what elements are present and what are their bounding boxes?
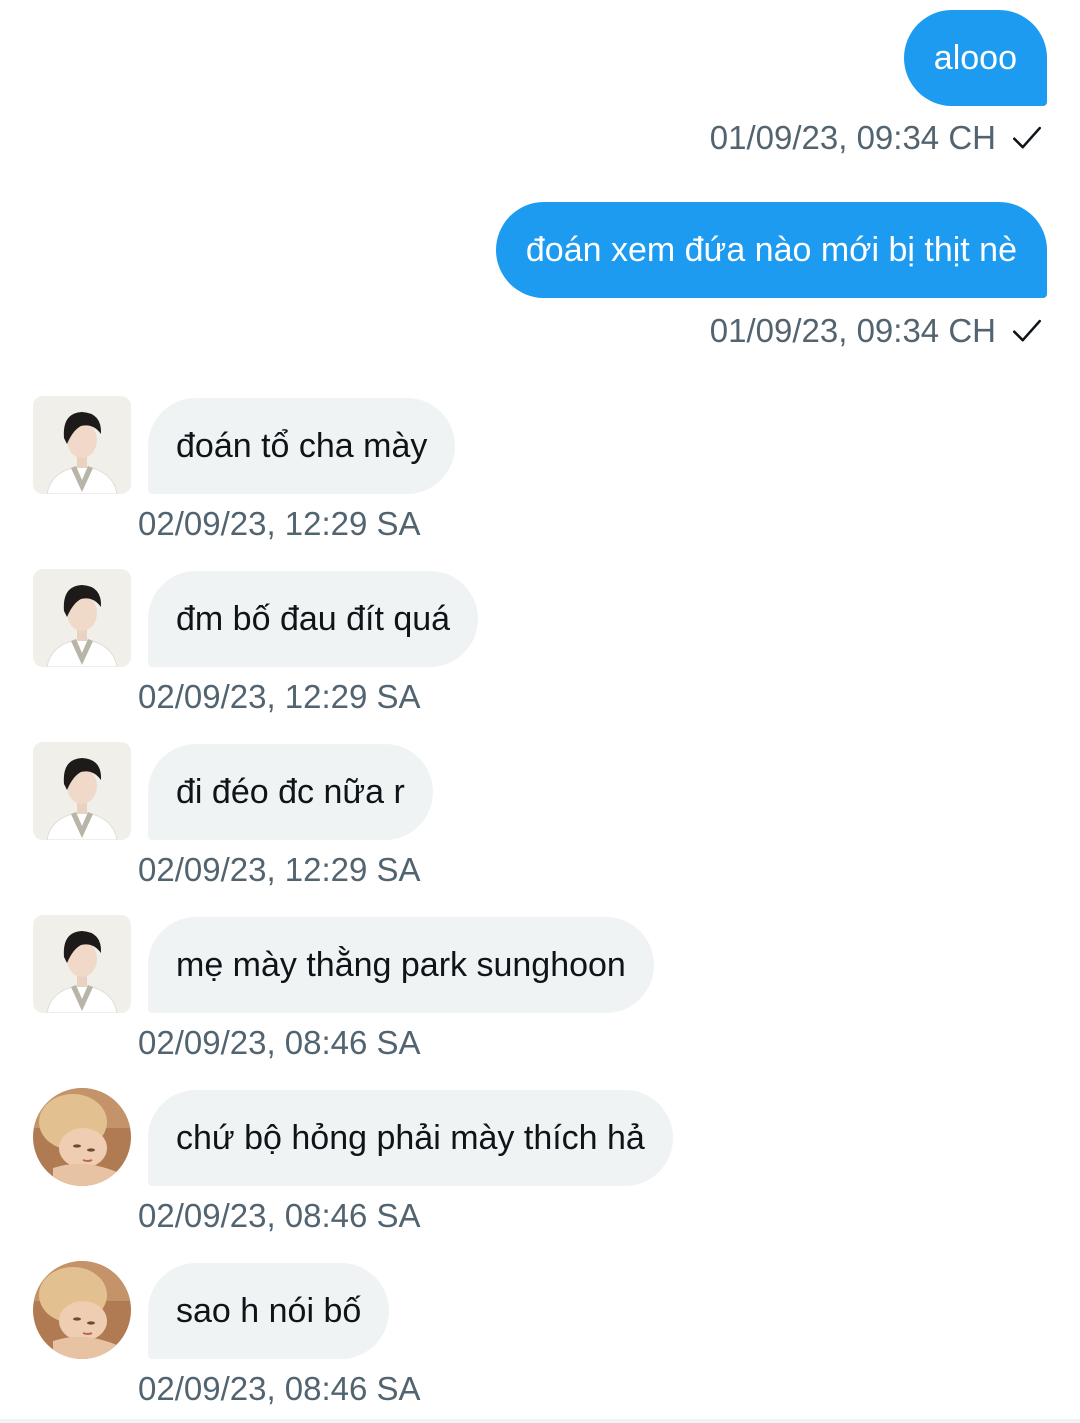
message-text: alooo bbox=[933, 39, 1017, 77]
received-message-bubble[interactable]: đoán tổ cha mày bbox=[148, 398, 456, 494]
message-timestamp: 02/09/23, 08:46 SA bbox=[138, 1370, 421, 1407]
timestamp-text: 01/09/23, 09:34 CH bbox=[709, 119, 996, 156]
received-message-bubble[interactable]: chứ bộ hỏng phải mày thích hả bbox=[148, 1090, 673, 1186]
received-message-bubble[interactable]: đi đéo đc nữa r bbox=[148, 744, 433, 840]
check-icon bbox=[1012, 319, 1042, 342]
avatar-male-square bbox=[33, 569, 131, 667]
received-message-row: đoán tổ cha mày 02/09/23, 12:29 SA bbox=[0, 396, 1080, 556]
message-text: đm bố đau đít quá bbox=[176, 600, 451, 638]
message-text: đoán tổ cha mày bbox=[176, 427, 428, 465]
message-timestamp: 02/09/23, 08:46 SA bbox=[138, 1024, 421, 1061]
message-text: chứ bộ hỏng phải mày thích hả bbox=[176, 1119, 645, 1157]
message-text: mẹ mày thằng park sunghoon bbox=[176, 946, 626, 984]
avatar-male-square bbox=[33, 742, 131, 840]
avatar-male-square bbox=[33, 396, 131, 494]
sent-message-bubble[interactable]: đoán xem đứa nào mới bị thịt nè bbox=[495, 202, 1047, 298]
avatar-blonde-round bbox=[33, 1261, 131, 1359]
avatar-blonde-round bbox=[33, 1088, 131, 1186]
message-timestamp: 02/09/23, 08:46 SA bbox=[138, 1197, 421, 1234]
received-message-row: đi đéo đc nữa r 02/09/23, 12:29 SA bbox=[0, 742, 1080, 902]
avatar[interactable] bbox=[33, 915, 131, 1013]
received-message-row: sao h nói bố 02/09/23, 08:46 SA bbox=[0, 1261, 1080, 1421]
received-message-row: đm bố đau đít quá 02/09/23, 12:29 SA bbox=[0, 569, 1080, 729]
received-message-row: chứ bộ hỏng phải mày thích hả 02/09/23, … bbox=[0, 1088, 1080, 1248]
avatar[interactable] bbox=[33, 1261, 131, 1359]
message-timestamp: 02/09/23, 12:29 SA bbox=[138, 851, 421, 888]
received-message-bubble[interactable]: mẹ mày thằng park sunghoon bbox=[148, 917, 654, 1013]
message-timestamp: 02/09/23, 12:29 SA bbox=[138, 678, 421, 715]
message-text: sao h nói bố bbox=[176, 1292, 362, 1330]
sent-message-bubble[interactable]: alooo bbox=[903, 10, 1047, 106]
avatar-male-square bbox=[33, 915, 131, 1013]
received-message-bubble[interactable]: sao h nói bố bbox=[148, 1263, 390, 1359]
message-timestamp: 01/09/23, 09:34 CH bbox=[710, 306, 1044, 356]
avatar[interactable] bbox=[33, 1088, 131, 1186]
avatar[interactable] bbox=[33, 569, 131, 667]
message-text: đi đéo đc nữa r bbox=[176, 773, 405, 811]
check-icon bbox=[1012, 126, 1042, 149]
timestamp-text: 01/09/23, 09:34 CH bbox=[709, 312, 996, 349]
message-text: đoán xem đứa nào mới bị thịt nè bbox=[525, 231, 1017, 269]
message-timestamp: 01/09/23, 09:34 CH bbox=[710, 113, 1044, 163]
avatar[interactable] bbox=[33, 742, 131, 840]
message-timestamp: 02/09/23, 12:29 SA bbox=[138, 505, 421, 542]
avatar[interactable] bbox=[33, 396, 131, 494]
received-message-bubble[interactable]: đm bố đau đít quá bbox=[148, 571, 479, 667]
divider bbox=[0, 1419, 1080, 1423]
received-message-row: mẹ mày thằng park sunghoon 02/09/23, 08:… bbox=[0, 915, 1080, 1075]
